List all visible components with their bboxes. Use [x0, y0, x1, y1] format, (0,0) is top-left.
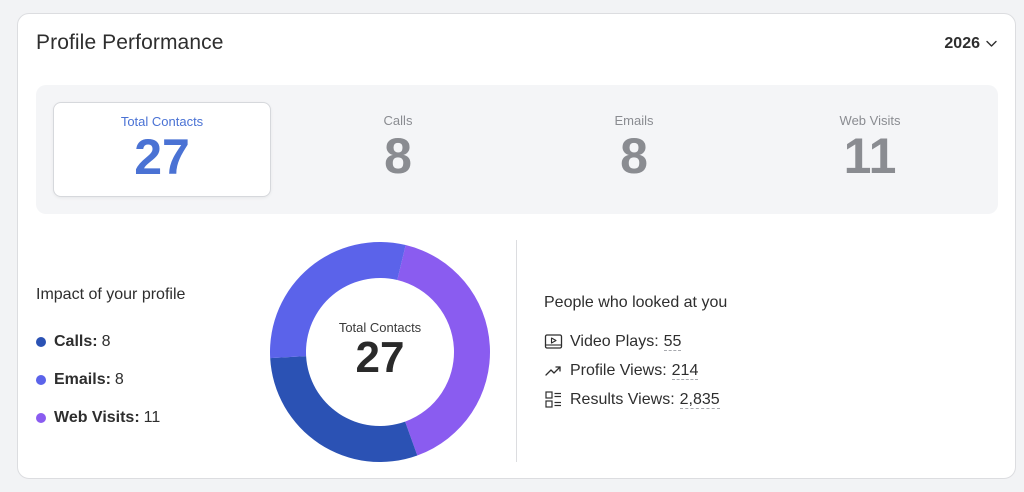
- impact-legend: Impact of your profile Calls: 8 Emails: …: [36, 286, 185, 437]
- video-play-icon: [544, 334, 563, 349]
- stat-label: Emails: [614, 113, 654, 128]
- stat-label: Web Visits: [839, 113, 901, 128]
- stat-tab-calls[interactable]: Calls 8: [289, 102, 507, 197]
- legend-item-emails: Emails: 8: [36, 361, 185, 399]
- people-title: People who looked at you: [544, 294, 728, 311]
- profile-views-row: Profile Views: 214: [544, 356, 727, 385]
- stats-bar: Total Contacts 27 Calls 8 Emails 8 Web V…: [36, 85, 998, 214]
- legend-value: 8: [114, 371, 124, 388]
- stat-tab-emails[interactable]: Emails 8: [525, 102, 743, 197]
- legend-label: Web Visits:: [54, 409, 140, 426]
- donut-slice-calls[interactable]: [270, 356, 418, 462]
- stat-label: Calls: [383, 113, 413, 128]
- contacts-donut-chart: [270, 242, 490, 462]
- stat-tab-web-visits[interactable]: Web Visits 11: [761, 102, 979, 197]
- stat-value: 8: [384, 128, 412, 184]
- donut-slice-emails[interactable]: [270, 242, 406, 359]
- results-list-icon: [545, 391, 561, 408]
- results-views-row: Results Views: 2,835: [544, 385, 727, 414]
- profile-performance-card: Profile Performance 2026 Total Contacts …: [17, 13, 1016, 479]
- legend-label: Calls:: [54, 333, 98, 350]
- section-divider: [516, 240, 517, 462]
- stat-value: 11: [843, 128, 897, 184]
- profile-views-value[interactable]: 214: [671, 362, 699, 380]
- legend-item-web-visits: Web Visits: 11: [36, 399, 185, 437]
- chevron-down-icon: [986, 40, 997, 47]
- card-title: Profile Performance: [36, 31, 224, 54]
- legend-dot: [36, 337, 46, 347]
- legend-dot: [36, 413, 46, 423]
- legend-value: 11: [143, 409, 161, 426]
- legend-label: Emails:: [54, 371, 111, 388]
- profile-views-label: Profile Views:: [570, 361, 667, 379]
- results-views-label: Results Views:: [570, 390, 675, 408]
- donut-slice-web-visits[interactable]: [397, 245, 490, 456]
- stat-value: 27: [134, 129, 190, 185]
- legend-dot: [36, 375, 46, 385]
- stat-value: 8: [620, 128, 648, 184]
- legend-item-calls: Calls: 8: [36, 323, 185, 361]
- video-plays-row: Video Plays: 55: [544, 327, 727, 356]
- trending-up-icon: [545, 366, 561, 376]
- stat-tab-total-contacts[interactable]: Total Contacts 27: [53, 102, 271, 197]
- year-selector[interactable]: 2026: [944, 35, 997, 53]
- stat-label: Total Contacts: [120, 114, 204, 129]
- video-plays-label: Video Plays:: [570, 332, 659, 350]
- people-looked-section: People who looked at you Video Plays: 55…: [544, 294, 727, 414]
- legend-value: 8: [101, 333, 111, 350]
- results-views-value[interactable]: 2,835: [679, 391, 720, 409]
- year-value: 2026: [944, 35, 980, 52]
- impact-title: Impact of your profile: [36, 286, 186, 303]
- video-plays-value[interactable]: 55: [663, 333, 682, 351]
